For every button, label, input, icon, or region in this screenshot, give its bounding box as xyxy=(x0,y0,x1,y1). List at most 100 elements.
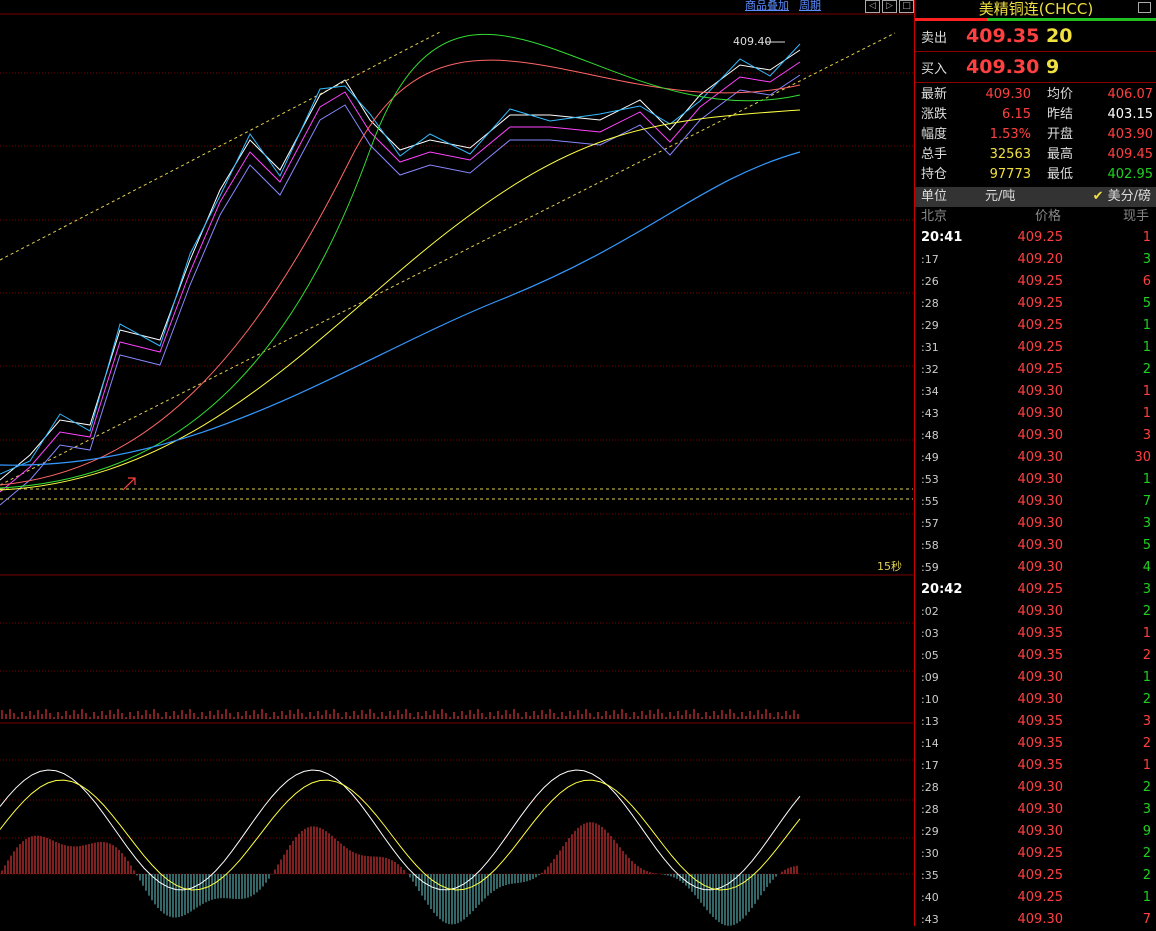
tick-time: :58 xyxy=(921,539,939,552)
stat-row: 涨跌 6.15 昨结 403.15 xyxy=(915,105,1156,125)
tick-time: :17 xyxy=(921,759,939,772)
unit-value[interactable]: 元/吨 xyxy=(985,187,1085,207)
bid-price: 409.30 xyxy=(966,56,1040,78)
instrument-name: 美精铜连(CHCC) xyxy=(978,0,1094,18)
price-line xyxy=(0,49,801,481)
tick-row: :57 409.30 3 xyxy=(915,513,1156,535)
tick-qty: 5 xyxy=(1142,296,1151,311)
tick-time: :02 xyxy=(921,605,939,618)
period-indicator[interactable]: 15秒 xyxy=(877,558,902,574)
tick-qty: 3 xyxy=(1142,802,1151,817)
chart-toolbar: 商品叠加 周期 xyxy=(745,0,821,13)
tick-price: 409.30 xyxy=(1017,472,1064,487)
tick-row: :29 409.30 9 xyxy=(915,821,1156,843)
maximize-icon[interactable]: □ xyxy=(899,0,914,13)
tick-price: 409.25 xyxy=(1017,868,1064,883)
overlay-link[interactable]: 商品叠加 xyxy=(745,0,789,13)
tick-time: :43 xyxy=(921,913,939,926)
tick-price: 409.30 xyxy=(1017,824,1064,839)
tick-time: :29 xyxy=(921,319,939,332)
stats-table: 最新 409.30 均价 406.07 涨跌 6.15 昨结 403.15 幅度 1.53% 开盘 4… xyxy=(915,83,1156,187)
tick-qty: 1 xyxy=(1142,384,1151,399)
tick-price: 409.30 xyxy=(1017,560,1064,575)
period-link[interactable]: 周期 xyxy=(799,0,821,13)
ask-label: 卖出 xyxy=(921,30,948,46)
restore-icon[interactable] xyxy=(1138,2,1151,13)
stat-key: 开盘 xyxy=(1047,127,1074,142)
right-arrow-icon[interactable]: ▷ xyxy=(882,0,897,13)
instrument-title: 美精铜连(CHCC) xyxy=(915,0,1156,18)
bid-volume: 9 xyxy=(1046,56,1060,78)
check-icon: ✔ xyxy=(1092,189,1104,204)
tick-row: :32 409.25 2 xyxy=(915,359,1156,381)
tick-time: :17 xyxy=(921,253,939,266)
tick-header-time: 北京 xyxy=(921,209,948,224)
tick-qty: 1 xyxy=(1142,406,1151,421)
tick-price: 409.30 xyxy=(1017,670,1064,685)
tick-qty: 2 xyxy=(1142,648,1151,663)
tick-time: :29 xyxy=(921,825,939,838)
tick-time: :40 xyxy=(921,891,939,904)
tick-time: :28 xyxy=(921,781,939,794)
moving-average-line xyxy=(0,59,801,486)
stat-key: 总手 xyxy=(921,147,948,162)
tick-time: :48 xyxy=(921,429,939,442)
tick-price: 409.20 xyxy=(1017,252,1064,267)
unit-alt-label: 美分/磅 xyxy=(1107,189,1151,204)
tick-row: :17 409.35 1 xyxy=(915,755,1156,777)
tick-price: 409.25 xyxy=(1017,846,1064,861)
tick-row: :28 409.25 5 xyxy=(915,293,1156,315)
ask-volume: 20 xyxy=(1046,25,1073,47)
tick-time: :43 xyxy=(921,407,939,420)
tick-header-qty: 现手 xyxy=(1122,209,1149,224)
stat-value: 402.95 xyxy=(1107,167,1154,182)
stat-key: 最高 xyxy=(1047,147,1074,162)
tick-price: 409.30 xyxy=(1017,538,1064,553)
stat-key: 最低 xyxy=(1047,167,1074,182)
tick-time: :10 xyxy=(921,693,939,706)
tick-qty: 1 xyxy=(1142,318,1151,333)
tick-qty: 7 xyxy=(1142,912,1151,927)
peak-price-label: 409.40 xyxy=(733,35,772,48)
tick-row: :17 409.20 3 xyxy=(915,249,1156,271)
tick-row: :48 409.30 3 xyxy=(915,425,1156,447)
tick-time: :30 xyxy=(921,847,939,860)
tick-row: 20:42 409.25 3 xyxy=(915,579,1156,601)
tick-qty: 3 xyxy=(1142,252,1151,267)
stat-value: 32563 xyxy=(989,147,1031,162)
tick-time: :59 xyxy=(921,561,939,574)
tick-list[interactable]: 20:41 409.25 1:17 409.20 3:26 409.25 6:28 409.2… xyxy=(915,227,1156,931)
tick-price: 409.35 xyxy=(1017,648,1064,663)
tick-time: :35 xyxy=(921,869,939,882)
tick-price: 409.25 xyxy=(1017,340,1064,355)
tick-row: :31 409.25 1 xyxy=(915,337,1156,359)
tick-time: :14 xyxy=(921,737,939,750)
stat-value: 409.30 xyxy=(985,87,1032,102)
chart-area[interactable]: 商品叠加 周期 ◁ ▷ □ 409.40 15秒 xyxy=(0,0,914,926)
tick-row: :02 409.30 2 xyxy=(915,601,1156,623)
tick-qty: 3 xyxy=(1142,714,1151,729)
bid-ask-ratio-bar xyxy=(915,18,1156,21)
price-line xyxy=(0,43,801,475)
tick-qty: 5 xyxy=(1142,538,1151,553)
tick-row: :40 409.25 1 xyxy=(915,887,1156,909)
stat-key: 幅度 xyxy=(921,127,948,142)
tick-price: 409.35 xyxy=(1017,714,1064,729)
tick-qty: 3 xyxy=(1142,516,1151,531)
stat-value: 6.15 xyxy=(1002,107,1031,122)
tick-qty: 1 xyxy=(1142,230,1151,245)
tick-qty: 1 xyxy=(1142,758,1151,773)
stat-key: 均价 xyxy=(1047,87,1074,102)
unit-alt-toggle[interactable]: ✔ 美分/磅 xyxy=(1085,187,1156,207)
window-buttons: ◁ ▷ □ xyxy=(865,0,914,13)
left-arrow-icon[interactable]: ◁ xyxy=(865,0,880,13)
tick-price: 409.30 xyxy=(1017,516,1064,531)
tick-price: 409.30 xyxy=(1017,428,1064,443)
stat-value: 409.45 xyxy=(1107,147,1154,162)
tick-time: :34 xyxy=(921,385,939,398)
candlestick-chart[interactable] xyxy=(0,0,913,926)
stat-row: 总手 32563 最高 409.45 xyxy=(915,145,1156,165)
tick-row: :58 409.30 5 xyxy=(915,535,1156,557)
tick-header-price: 价格 xyxy=(1034,209,1061,224)
tick-price: 409.30 xyxy=(1017,802,1064,817)
